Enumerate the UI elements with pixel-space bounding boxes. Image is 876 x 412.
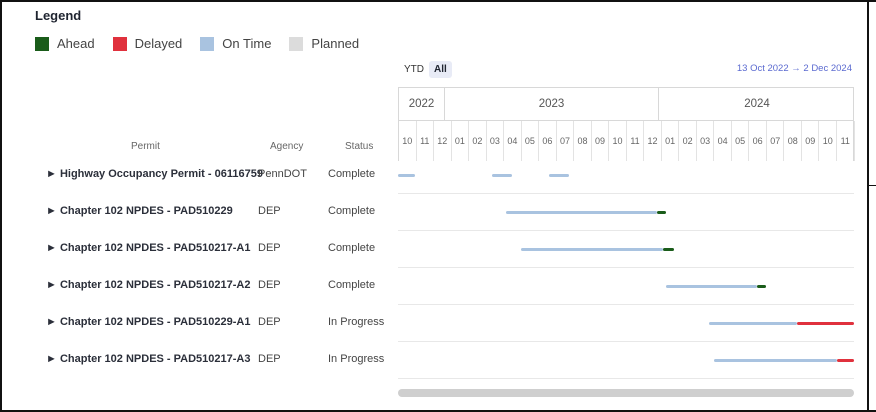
legend: Ahead Delayed On Time Planned [35,36,377,51]
timeline-bar-ontime[interactable] [506,211,658,214]
agency-name: PennDOT [258,168,307,180]
timeline-bar-ontime[interactable] [398,174,416,177]
agency-name: DEP [258,242,281,254]
gantt-row[interactable]: ► Highway Occupancy Permit - 06116759 Pen… [0,157,876,194]
status-label: In Progress [328,353,385,365]
agency-name: DEP [258,205,281,217]
month-cell: 07 [767,121,785,161]
month-cell: 03 [487,121,505,161]
agency-name: DEP [258,279,281,291]
gantt-row[interactable]: ► Chapter 102 NPDES - PAD510217-A1 DEP Com… [0,231,876,268]
row-divider [398,378,854,379]
column-header-status[interactable]: Status [345,141,373,152]
month-cell: 06 [749,121,767,161]
month-cell: 11 [837,121,855,161]
legend-item-on-time: On Time [200,36,271,51]
timeline-bar-ontime[interactable] [708,322,797,325]
legend-swatch [35,36,49,51]
month-cell: 10 [609,121,627,161]
year-header-row: 2022 2023 2024 [398,87,854,121]
legend-swatch [289,36,304,51]
range-selector: YTD All [399,61,452,78]
status-label: Complete [328,242,376,254]
status-label: In Progress [328,316,385,328]
month-cell: 11 [417,121,435,161]
month-cell: 05 [732,121,750,161]
month-cell: 04 [504,121,522,161]
month-cell: 06 [539,121,557,161]
month-cell: 01 [452,121,470,161]
month-cell: 09 [802,121,820,161]
agency-name: DEP [258,316,281,328]
date-range-label[interactable]: 13 Oct 2022 → 2 Dec 2024 [737,63,852,74]
timeline-bar-ontime[interactable] [549,174,569,177]
timeline-bar-delayed[interactable] [836,359,854,362]
month-cell: 05 [522,121,540,161]
agency-name: DEP [258,353,281,365]
month-cell: 02 [469,121,487,161]
permit-name[interactable]: ► Chapter 102 NPDES - PAD510217-A2 [46,279,250,291]
month-cell: 10 [399,121,417,161]
month-cell: 03 [697,121,715,161]
month-cell: 02 [679,121,697,161]
month-cell: 11 [627,121,645,161]
month-cell: 12 [644,121,662,161]
gantt-row[interactable]: ► Chapter 102 NPDES - PAD510229 DEP Comple… [0,194,876,231]
permit-name[interactable]: ► Chapter 102 NPDES - PAD510229-A1 [46,316,250,328]
permit-name[interactable]: ► Chapter 102 NPDES - PAD510217-A3 [46,353,250,365]
permit-name[interactable]: ► Chapter 102 NPDES - PAD510229 [46,205,233,217]
status-label: Complete [328,205,376,217]
gantt-row[interactable]: ► Chapter 102 NPDES - PAD510229-A1 DEP In … [0,305,876,342]
month-cell: 09 [592,121,610,161]
gantt-row[interactable]: ► Chapter 102 NPDES - PAD510217-A3 DEP In … [0,342,876,379]
permit-name[interactable]: ► Chapter 102 NPDES - PAD510217-A1 [46,242,250,254]
legend-title: Legend [35,8,82,23]
month-cell: 08 [574,121,592,161]
timeline-bar-ontime[interactable] [665,285,758,288]
legend-label: Delayed [134,36,183,51]
timeline-bar-ahead[interactable] [757,285,766,288]
column-header-agency[interactable]: Agency [270,141,303,152]
timeline-bar-ontime[interactable] [492,174,512,177]
timeline-bar-ontime[interactable] [520,248,664,251]
range-button-ytd[interactable]: YTD [399,61,429,78]
month-cell: 12 [434,121,452,161]
legend-item-delayed: Delayed [112,36,183,51]
month-cell: 07 [557,121,575,161]
year-cell-2022: 2022 [399,88,445,120]
month-cell: 10 [820,121,838,161]
timeline-bar-ahead[interactable] [657,211,666,214]
status-label: Complete [328,168,376,180]
legend-swatch [200,36,215,51]
month-cell: 01 [662,121,680,161]
range-button-all[interactable]: All [429,61,452,78]
legend-label: Planned [311,36,360,51]
timeline-bar-delayed[interactable] [797,322,854,325]
month-cell: 08 [784,121,802,161]
permit-name[interactable]: ► Highway Occupancy Permit - 06116759 [46,168,263,180]
column-header-permit[interactable]: Permit [131,141,160,152]
timeline-bar-ahead[interactable] [663,248,675,251]
year-cell-2024: 2024 [744,98,770,110]
legend-item-ahead: Ahead [35,36,95,51]
legend-item-planned: Planned [289,36,359,51]
month-header-row: 10 11 12 01 02 03 04 05 06 07 08 09 10 11 12 01 02 03 04 05… [398,121,855,161]
year-cell-2023: 2023 [445,88,659,120]
gantt-row[interactable]: ► Chapter 102 NPDES - PAD510217-A2 DEP Com… [0,268,876,305]
month-cell: 04 [714,121,732,161]
legend-label: Ahead [57,36,95,51]
timeline-bar-ontime[interactable] [714,359,837,362]
horizontal-scrollbar[interactable] [398,389,854,397]
legend-label: On Time [222,36,272,51]
status-label: Complete [328,279,376,291]
legend-swatch [112,36,127,51]
